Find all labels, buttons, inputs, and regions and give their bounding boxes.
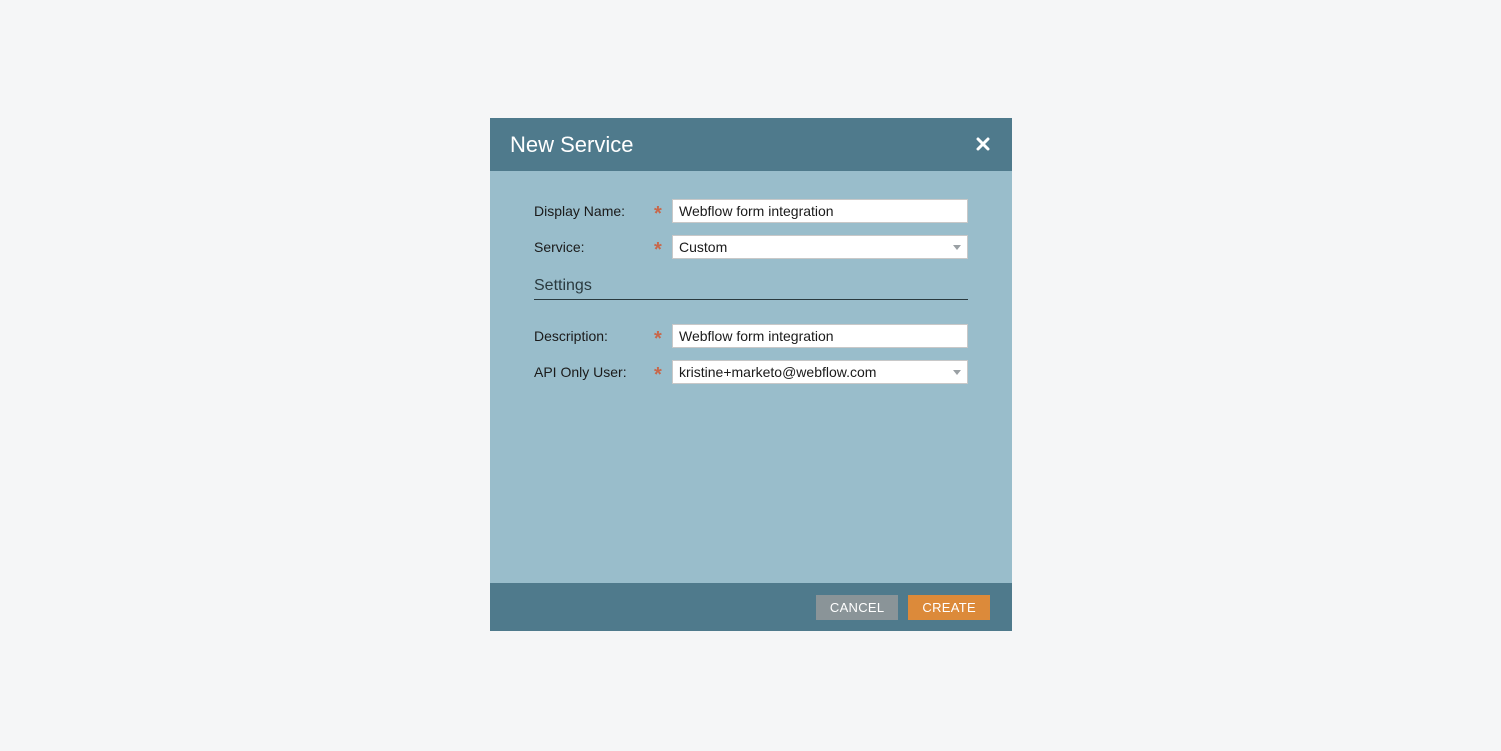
api-only-user-label: API Only User: — [534, 364, 654, 380]
dialog-body: Display Name: * Service: * Custom Settin… — [490, 171, 1012, 583]
cancel-button[interactable]: CANCEL — [816, 595, 899, 620]
dialog-footer: CANCEL CREATE — [490, 583, 1012, 631]
dialog-header: New Service — [490, 118, 1012, 171]
service-row: Service: * Custom — [534, 235, 968, 259]
chevron-down-icon — [947, 370, 967, 375]
description-row: Description: * — [534, 324, 968, 348]
new-service-dialog: New Service Display Name: * Service: * C… — [490, 118, 1012, 631]
settings-heading: Settings — [534, 277, 968, 300]
chevron-down-icon — [947, 245, 967, 250]
description-label: Description: — [534, 328, 654, 344]
display-name-label: Display Name: — [534, 203, 654, 219]
required-asterisk: * — [654, 243, 672, 257]
service-select[interactable]: Custom — [672, 235, 968, 259]
display-name-input[interactable] — [672, 199, 968, 223]
close-icon[interactable] — [974, 134, 992, 156]
description-input[interactable] — [672, 324, 968, 348]
api-only-user-select-value: kristine+marketo@webflow.com — [673, 364, 947, 380]
service-label: Service: — [534, 239, 654, 255]
service-select-value: Custom — [673, 239, 947, 255]
display-name-row: Display Name: * — [534, 199, 968, 223]
dialog-title: New Service — [510, 132, 633, 158]
required-asterisk: * — [654, 332, 672, 346]
api-only-user-row: API Only User: * kristine+marketo@webflo… — [534, 360, 968, 384]
api-only-user-select[interactable]: kristine+marketo@webflow.com — [672, 360, 968, 384]
create-button[interactable]: CREATE — [908, 595, 990, 620]
required-asterisk: * — [654, 207, 672, 221]
required-asterisk: * — [654, 368, 672, 382]
